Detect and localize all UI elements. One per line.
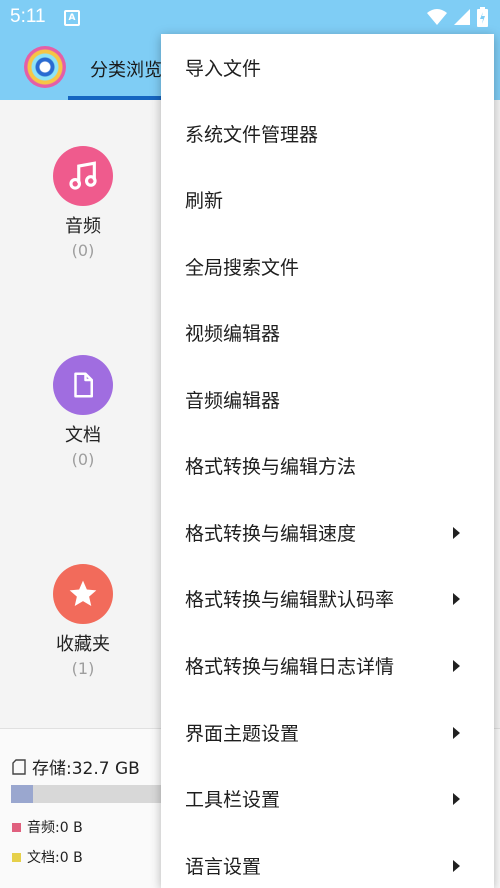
menu-item-label: 语言设置: [185, 855, 262, 878]
menu-item-convert-log[interactable]: 格式转换与编辑日志详情: [161, 632, 494, 698]
sd-card-icon: [12, 758, 26, 775]
menu-item-label: 视频编辑器: [185, 322, 281, 345]
menu-item-system-file-manager[interactable]: 系统文件管理器: [161, 100, 494, 166]
tab-label: 分类浏览: [90, 60, 162, 81]
legend-audio: 音频:0 B: [12, 817, 83, 837]
menu-item-label: 工具栏设置: [185, 788, 281, 811]
document-icon: [74, 372, 93, 398]
wifi-icon: [427, 9, 447, 25]
menu-item-toolbar-settings[interactable]: 工具栏设置: [161, 765, 494, 831]
category-count: (0): [71, 450, 95, 469]
cell-signal-icon: [454, 9, 470, 25]
category-document[interactable]: 文档 (0): [24, 355, 142, 469]
category-icon-circle: [53, 564, 113, 624]
notification-icon: A: [64, 10, 80, 26]
category-audio[interactable]: 音频 (0): [24, 146, 142, 260]
legend-document: 文档:0 B: [12, 847, 83, 867]
menu-item-label: 格式转换与编辑默认码率: [185, 588, 395, 611]
storage-total: 存储:32.7 GB: [32, 759, 140, 779]
star-icon: [69, 580, 97, 606]
overflow-menu: 导入文件 系统文件管理器 刷新 全局搜索文件 视频编辑器 音频编辑器 格式转换与…: [161, 34, 494, 888]
menu-item-convert-speed[interactable]: 格式转换与编辑速度: [161, 499, 494, 565]
submenu-arrow-icon: [453, 727, 460, 739]
submenu-arrow-icon: [453, 527, 460, 539]
category-count: (1): [71, 659, 95, 678]
legend-swatch: [12, 822, 21, 832]
menu-item-convert-bitrate[interactable]: 格式转换与编辑默认码率: [161, 565, 494, 631]
menu-item-label: 格式转换与编辑速度: [185, 522, 357, 545]
category-icon-circle: [53, 355, 113, 415]
submenu-arrow-icon: [453, 660, 460, 672]
menu-item-language-settings[interactable]: 语言设置: [161, 832, 494, 888]
storage-usage-fill: [11, 785, 33, 803]
menu-item-label: 刷新: [185, 189, 224, 212]
category-icon-circle: [53, 146, 113, 206]
storage-title: 存储:32.7 GB: [12, 754, 140, 779]
status-bar: 5:11 A: [0, 0, 500, 34]
app-logo-icon: [24, 46, 66, 88]
legend-label: 文档:0 B: [27, 850, 83, 866]
legend-swatch: [12, 852, 21, 862]
menu-item-convert-method[interactable]: 格式转换与编辑方法: [161, 432, 494, 498]
category-name: 文档: [65, 425, 101, 446]
submenu-arrow-icon: [453, 593, 460, 605]
menu-item-label: 格式转换与编辑方法: [185, 455, 357, 478]
menu-item-refresh[interactable]: 刷新: [161, 166, 494, 232]
submenu-arrow-icon: [453, 860, 460, 872]
category-count: (0): [71, 241, 95, 260]
menu-item-label: 导入文件: [185, 57, 262, 80]
category-name: 收藏夹: [56, 634, 110, 655]
status-icons: [427, 7, 488, 27]
menu-item-label: 全局搜索文件: [185, 256, 300, 279]
tab-category-browse[interactable]: 分类浏览: [68, 34, 178, 100]
menu-item-label: 音频编辑器: [185, 389, 281, 412]
music-note-icon: [69, 161, 97, 190]
submenu-arrow-icon: [453, 793, 460, 805]
menu-item-label: 格式转换与编辑日志详情: [185, 655, 395, 678]
menu-item-video-editor[interactable]: 视频编辑器: [161, 299, 494, 365]
menu-item-audio-editor[interactable]: 音频编辑器: [161, 366, 494, 432]
menu-item-theme-settings[interactable]: 界面主题设置: [161, 699, 494, 765]
category-favorites[interactable]: 收藏夹 (1): [24, 564, 142, 678]
menu-item-label: 界面主题设置: [185, 722, 300, 745]
legend-label: 音频:0 B: [27, 820, 83, 836]
category-name: 音频: [65, 216, 101, 237]
menu-item-global-search[interactable]: 全局搜索文件: [161, 233, 494, 299]
menu-item-label: 系统文件管理器: [185, 123, 319, 146]
battery-icon: [477, 7, 488, 27]
status-time: 5:11: [10, 6, 46, 27]
menu-item-import-file[interactable]: 导入文件: [161, 34, 494, 100]
